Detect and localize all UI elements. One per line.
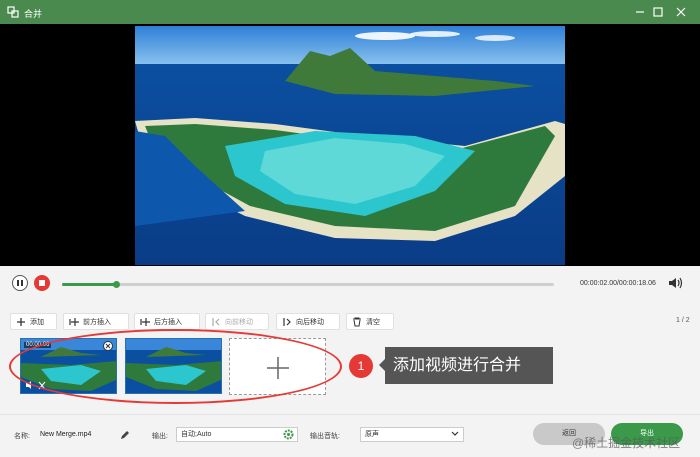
- page-indicator: 1 / 2: [676, 317, 690, 324]
- clear-button[interactable]: 清空: [346, 313, 394, 330]
- step-tip: 添加视频进行合并: [379, 347, 553, 384]
- maximize-icon: [653, 7, 663, 17]
- trash-icon: [353, 317, 361, 326]
- output-select[interactable]: 自动;Auto: [176, 427, 298, 442]
- insert-before-icon: [69, 317, 79, 326]
- insert-after-label: 后方插入: [154, 318, 182, 326]
- merge-app-icon: [7, 6, 19, 18]
- clear-label: 清空: [366, 318, 380, 326]
- move-forward-label: 向前移动: [225, 318, 253, 326]
- audio-track-value: 原声: [365, 431, 379, 438]
- name-value[interactable]: New Merge.mp4: [40, 431, 91, 438]
- insert-after-icon: [140, 317, 150, 326]
- close-window-button[interactable]: [673, 4, 689, 20]
- close-icon: [676, 7, 686, 17]
- move-backward-label: 向后移动: [296, 318, 324, 326]
- chevron-down-icon: [451, 431, 459, 436]
- move-forward-icon: [212, 317, 220, 326]
- pause-button[interactable]: [12, 275, 28, 291]
- progress-bar[interactable]: [62, 281, 554, 288]
- output-value: 自动;Auto: [181, 431, 212, 438]
- insert-before-button[interactable]: 前方插入: [63, 313, 129, 330]
- progress-fill: [62, 283, 117, 286]
- minimize-button[interactable]: [632, 4, 648, 20]
- move-backward-button[interactable]: 向后移动: [276, 313, 340, 330]
- footer-bar: 名称: New Merge.mp4 输出: 自动;Auto 输出音轨: 原声 返…: [0, 414, 700, 457]
- edit-name-icon[interactable]: [120, 430, 130, 440]
- volume-icon[interactable]: [668, 276, 686, 290]
- highlight-ring: [9, 329, 342, 404]
- pause-icon: [17, 280, 23, 286]
- maximize-button[interactable]: [650, 4, 666, 20]
- add-label: 添加: [30, 318, 44, 326]
- title-bar: 合并: [0, 0, 700, 24]
- progress-thumb[interactable]: [113, 281, 121, 288]
- move-backward-icon: [283, 317, 291, 326]
- time-display: 00:00:02.00/00:00:18.06: [580, 280, 656, 287]
- audio-track-select[interactable]: 原声: [360, 427, 464, 442]
- video-preview[interactable]: [135, 26, 565, 265]
- insert-before-label: 前方插入: [83, 318, 111, 326]
- controls-panel: 00:00:02.00/00:00:18.06 添加 前方插入 后方插入 向前移…: [0, 266, 700, 414]
- add-button[interactable]: 添加: [10, 313, 57, 330]
- move-forward-button[interactable]: 向前移动: [205, 313, 269, 330]
- gear-icon[interactable]: [283, 429, 294, 440]
- stop-button[interactable]: [34, 275, 50, 291]
- audio-track-label: 输出音轨:: [310, 433, 340, 440]
- window-title: 合并: [24, 9, 43, 19]
- plus-icon: [17, 317, 25, 326]
- name-label: 名称:: [14, 433, 30, 440]
- minimize-icon: [636, 11, 644, 13]
- step-number-badge: 1: [349, 354, 373, 378]
- preview-stage: [0, 24, 700, 266]
- insert-after-button[interactable]: 后方插入: [134, 313, 200, 330]
- watermark: @稀土掘金技术社区: [572, 436, 681, 450]
- stop-icon: [39, 280, 45, 286]
- output-label: 输出:: [152, 433, 168, 440]
